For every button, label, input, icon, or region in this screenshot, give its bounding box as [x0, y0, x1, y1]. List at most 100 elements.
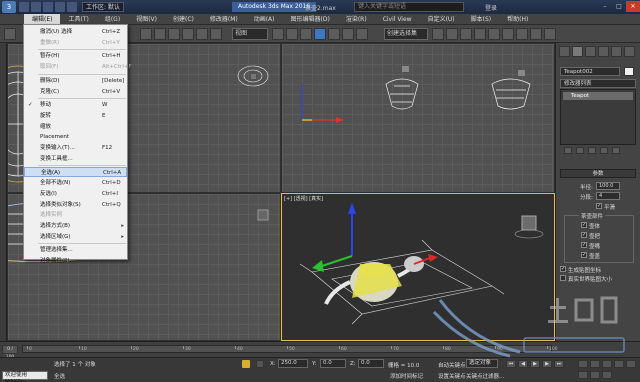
menu-12[interactable]: 帮助(H) — [499, 14, 536, 25]
minimize-button[interactable]: – — [598, 1, 612, 12]
curve-editor-icon[interactable] — [474, 28, 486, 40]
real-world-checkbox[interactable] — [560, 275, 566, 281]
edit-menu-item[interactable]: ✓ 移动 W — [24, 100, 127, 110]
radius-spinner[interactable]: 100.0 — [596, 182, 620, 190]
make-unique-icon[interactable] — [588, 147, 596, 154]
modify-tab-icon[interactable] — [572, 46, 583, 57]
menu-4[interactable]: 创建(C) — [165, 14, 202, 25]
play-icon[interactable]: ▶ — [530, 360, 540, 368]
new-file-icon[interactable] — [19, 2, 29, 12]
close-button[interactable]: ✕ — [626, 1, 640, 12]
login-button[interactable]: 登录 — [485, 3, 497, 12]
viewport-front[interactable] — [281, 43, 555, 193]
edit-menu-item[interactable]: 选择区域(G) ▸ — [24, 232, 127, 242]
open-file-icon[interactable] — [31, 2, 41, 12]
save-file-icon[interactable] — [43, 2, 53, 12]
angle-snap-icon[interactable] — [328, 28, 340, 40]
edit-menu-item[interactable]: 选择类似对象(S) Ctrl+Q — [24, 200, 127, 210]
show-end-result-icon[interactable] — [576, 147, 584, 154]
next-frame-icon[interactable]: ▶ — [542, 360, 552, 368]
menu-7[interactable]: 图形编辑器(D) — [283, 14, 338, 25]
spinner-snap-icon[interactable] — [356, 28, 368, 40]
motion-tab-icon[interactable] — [598, 46, 609, 57]
zoom-extents-icon[interactable] — [602, 360, 612, 368]
remove-modifier-icon[interactable] — [600, 147, 608, 154]
menu-2[interactable]: 组(G) — [97, 14, 128, 25]
goto-start-icon[interactable]: ⏮ — [506, 360, 516, 368]
menu-3[interactable]: 视图(V) — [128, 14, 165, 25]
menu-9[interactable]: Civil View — [375, 14, 420, 25]
reference-coord-dropdown[interactable]: 视图 — [232, 28, 268, 40]
edit-menu-item[interactable]: 全选(A) Ctrl+A — [24, 167, 127, 178]
edit-menu-item[interactable]: 全部不选(N) Ctrl+D — [24, 178, 127, 188]
fov-icon[interactable] — [578, 371, 588, 379]
object-name-input[interactable]: Teapot002 — [560, 67, 620, 76]
menu-11[interactable]: 脚本(S) — [463, 14, 500, 25]
track-bar[interactable]: 0 10 20 30 40 50 60 70 80 90 100 — [22, 345, 558, 353]
configure-sets-icon[interactable] — [612, 147, 620, 154]
edit-menu-item[interactable]: 取回(F) Alt+Ctrl+F — [24, 62, 132, 72]
material-editor-icon[interactable] — [502, 28, 514, 40]
mirror-icon[interactable] — [432, 28, 444, 40]
edit-menu-item[interactable]: 变换输入(T)... F12 — [24, 143, 127, 153]
modifier-list-dropdown[interactable]: 修改器列表 — [560, 79, 636, 88]
redo-icon[interactable] — [67, 2, 77, 12]
menu-5[interactable]: 修改器(M) — [202, 14, 246, 25]
selection-set-dropdown[interactable]: 创建选择集 — [384, 28, 428, 40]
zoom-all-icon[interactable] — [590, 360, 600, 368]
zoom-icon[interactable] — [578, 360, 588, 368]
edit-menu-item[interactable]: 反选(I) Ctrl+I — [24, 189, 127, 199]
rotate-tool-icon[interactable] — [210, 28, 222, 40]
render-frame-icon[interactable] — [530, 28, 542, 40]
maximize-button[interactable]: □ — [612, 1, 626, 12]
keyboard-shortcut-icon[interactable] — [300, 28, 312, 40]
edit-menu-item[interactable]: 克隆(C) Ctrl+V — [24, 87, 127, 97]
snap-toggle-icon[interactable] — [314, 28, 326, 40]
edit-menu-item[interactable]: Placement — [24, 132, 127, 142]
set-key-button[interactable]: 设置关键点 — [438, 372, 466, 380]
add-time-tag-button[interactable]: 添加时间标记 — [390, 372, 423, 380]
maxscript-listener[interactable]: 欢迎使用 MAXSc — [2, 371, 48, 382]
params-rollout-header[interactable]: 参数 — [560, 169, 636, 178]
menu-0[interactable]: 编辑(E) — [24, 13, 61, 25]
workspace-dropdown[interactable]: 工作区: 默认 — [82, 2, 124, 12]
absolute-mode-icon[interactable] — [256, 360, 264, 368]
pin-stack-icon[interactable] — [564, 147, 572, 154]
edit-menu-item[interactable]: 选择实例 — [24, 210, 127, 220]
prev-frame-icon[interactable]: ◀ — [518, 360, 528, 368]
gen-uv-checkbox[interactable]: ✓ — [560, 266, 566, 272]
part-body-checkbox[interactable]: ✓ — [581, 222, 587, 228]
edit-menu-item[interactable]: 删除(D) [Delete] — [24, 76, 127, 86]
edit-menu-item[interactable]: 选择方式(B) ▸ — [24, 221, 127, 231]
object-color-swatch[interactable] — [624, 67, 634, 76]
part-spout-checkbox[interactable]: ✓ — [581, 242, 587, 248]
viewport-perspective[interactable]: [+] [透视] [真实] — [281, 193, 555, 341]
schematic-view-icon[interactable] — [488, 28, 500, 40]
walkthrough-icon[interactable] — [590, 371, 600, 379]
menu-1[interactable]: 工具(T) — [60, 14, 96, 25]
autokey-button[interactable]: 自动关键点 — [438, 361, 466, 369]
move-tool-icon[interactable] — [196, 28, 208, 40]
stack-item-teapot[interactable]: Teapot — [563, 92, 633, 100]
edit-menu-item[interactable]: 管理选择集... — [24, 245, 127, 255]
pan-icon[interactable] — [614, 360, 624, 368]
part-lid-checkbox[interactable]: ✓ — [581, 252, 587, 258]
edit-menu-item[interactable]: 旋转 E — [24, 111, 127, 121]
move-gizmo-front[interactable] — [282, 44, 555, 193]
percent-snap-icon[interactable] — [342, 28, 354, 40]
select-by-name-icon[interactable] — [154, 28, 166, 40]
render-production-icon[interactable] — [544, 28, 556, 40]
align-icon[interactable] — [446, 28, 458, 40]
undo-icon[interactable] — [55, 2, 65, 12]
edit-menu-item[interactable]: 暂存(H) Ctrl+H — [24, 51, 127, 61]
goto-end-icon[interactable]: ⏭ — [554, 360, 564, 368]
lock-selection-icon[interactable] — [242, 360, 250, 368]
maximize-viewport-icon[interactable] — [602, 371, 612, 379]
search-input[interactable]: 键入关键字或短语 — [354, 2, 464, 12]
key-filters-button[interactable]: 关键点过滤器... — [466, 372, 504, 380]
edit-menu-item[interactable]: 重做(R) Ctrl+Y — [24, 38, 127, 48]
menu-6[interactable]: 动画(A) — [246, 14, 283, 25]
create-tab-icon[interactable] — [559, 46, 570, 57]
undo-tool-icon[interactable] — [4, 28, 16, 40]
render-setup-icon[interactable] — [516, 28, 528, 40]
